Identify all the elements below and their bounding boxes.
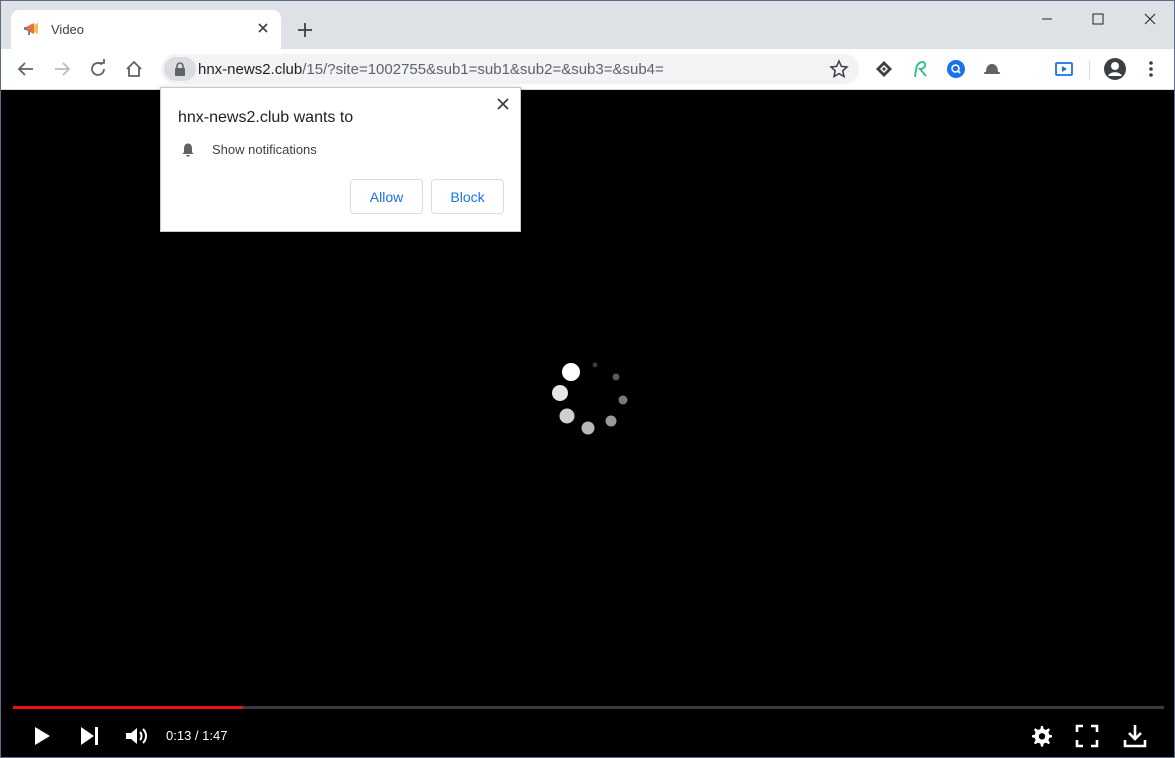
new-tab-icon[interactable] <box>295 20 315 40</box>
bookmark-star-icon[interactable] <box>829 59 849 79</box>
home-icon[interactable] <box>123 58 145 80</box>
settings-gear-icon[interactable] <box>1028 723 1054 749</box>
play-icon[interactable] <box>29 723 55 749</box>
close-tab-icon[interactable] <box>255 20 271 36</box>
forward-icon[interactable] <box>51 58 73 80</box>
loading-spinner-icon <box>552 362 628 435</box>
close-window-icon[interactable] <box>1140 9 1160 29</box>
extension-search-icon[interactable] <box>946 59 966 79</box>
profile-avatar-icon[interactable] <box>1103 57 1127 81</box>
download-icon[interactable] <box>1122 723 1148 749</box>
toolbar-separator <box>1089 60 1090 80</box>
lock-icon <box>175 62 185 76</box>
time-separator: / <box>191 728 203 743</box>
permission-text: Show notifications <box>212 142 317 157</box>
megaphone-icon <box>24 23 38 35</box>
time-display: 0:13 / 1:47 <box>166 728 227 743</box>
url-host: hnx-news2.club <box>198 61 303 78</box>
tab-title: Video <box>51 22 85 37</box>
site-info-button[interactable] <box>164 57 196 81</box>
allow-button[interactable]: Allow <box>350 179 423 214</box>
extension-r-icon[interactable] <box>910 59 930 79</box>
browser-toolbar: hnx-news2.club/15/?site=1002755&sub1=sub… <box>1 49 1174 90</box>
volume-icon[interactable] <box>123 723 149 749</box>
extension-video-icon[interactable] <box>1054 59 1074 79</box>
fullscreen-icon[interactable] <box>1074 723 1100 749</box>
extension-diamond-icon[interactable] <box>874 59 894 79</box>
menu-kebab-icon[interactable] <box>1141 59 1161 79</box>
next-icon[interactable] <box>77 723 103 749</box>
maximize-icon[interactable] <box>1088 9 1108 29</box>
reload-icon[interactable] <box>87 58 109 80</box>
progress-bar[interactable] <box>13 706 1164 709</box>
back-icon[interactable] <box>15 58 37 80</box>
tab-video[interactable]: Video <box>11 10 281 49</box>
duration: 1:47 <box>202 728 228 743</box>
popup-close-icon[interactable] <box>496 97 510 111</box>
address-bar[interactable]: hnx-news2.club/15/?site=1002755&sub1=sub… <box>161 54 859 84</box>
notification-permission-popup: hnx-news2.club wants to Show notificatio… <box>160 87 521 232</box>
current-time: 0:13 <box>166 728 192 743</box>
popup-title: hnx-news2.club wants to <box>178 109 354 126</box>
browser-window: Video hnx-news2.club/15/?site=1002755&su… <box>0 0 1175 758</box>
url-path: /15/?site=1002755&sub1=sub1&sub2=&sub3=&… <box>302 61 664 78</box>
extension-hat-icon[interactable] <box>982 59 1002 79</box>
progress-bar-fill <box>13 706 244 709</box>
block-button[interactable]: Block <box>431 179 504 214</box>
minimize-icon[interactable] <box>1037 9 1057 29</box>
bell-icon <box>182 143 194 157</box>
tab-strip: Video <box>1 1 1174 49</box>
url-text: hnx-news2.club/15/?site=1002755&sub1=sub… <box>198 61 664 78</box>
